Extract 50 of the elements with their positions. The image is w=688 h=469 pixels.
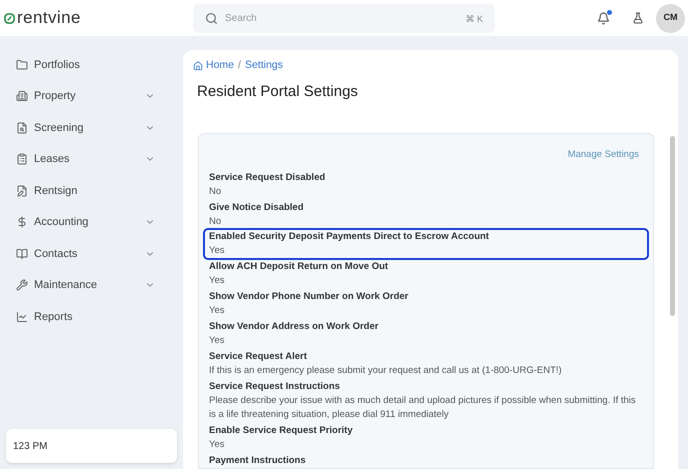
chart-icon (16, 310, 28, 323)
dollar-icon (16, 216, 28, 228)
flask-icon[interactable] (632, 12, 644, 24)
search-icon (205, 12, 218, 24)
sidebar-item[interactable]: Leases (16, 144, 155, 175)
setting-label: Show Vendor Phone Number on Work Order (209, 290, 410, 304)
wrench-icon (16, 279, 28, 292)
setting-label: Enable Service Request Priority (209, 424, 354, 438)
avatar[interactable]: CM (656, 4, 685, 32)
setting-value: Yes (209, 304, 226, 318)
sidebar-item[interactable]: Portfolios (16, 49, 155, 80)
setting-label: Allow ACH Deposit Return on Move Out (209, 260, 390, 274)
setting-value: Please describe your issue with as much detail and upload pictures if possible when submitting. If this is a life threatening situation, please dial 911 immediately (209, 394, 637, 422)
notifications-button[interactable] (597, 12, 610, 24)
setting-label: Payment Instructions (209, 454, 307, 468)
account-card[interactable]: 123 PM (6, 429, 177, 463)
sidebar-item[interactable]: Screening (16, 112, 155, 144)
sidebar-item[interactable]: Reports (16, 301, 155, 332)
setting-value: Yes (209, 334, 226, 348)
breadcrumb-link[interactable]: Settings (244, 58, 283, 74)
setting-value: Yes (209, 274, 226, 288)
logo-icon (4, 12, 15, 24)
page-title: Resident Portal Settings (196, 82, 359, 102)
sidebar-item[interactable]: Contacts (16, 238, 155, 270)
sidebar-item[interactable]: Accounting (16, 206, 155, 238)
book-icon (16, 248, 28, 260)
setting-label: Service Request Instructions (209, 380, 341, 394)
breadcrumb-separator: / (238, 58, 241, 73)
setting-value: No (209, 184, 222, 198)
breadcrumb-link[interactable]: Home (193, 58, 234, 74)
sidebar-item[interactable]: Rentsign (16, 175, 155, 206)
setting-label: Enabled Security Deposit Payments Direct to Escrow Account (209, 230, 490, 244)
setting-value: No (209, 214, 222, 228)
document-search-icon (16, 122, 28, 134)
setting-label: Show Vendor Address on Work Order (209, 320, 380, 334)
brand-name: rentvine (17, 7, 81, 30)
setting-label: Service Request Alert (209, 350, 308, 364)
building-icon (16, 90, 28, 102)
clipboard-icon (16, 153, 28, 166)
shortcut-hint: ⌘ K (465, 12, 483, 26)
setting-value: If this is an emergency please submit your request and call us at (1-800-URG-ENT!) (209, 364, 563, 378)
home-icon (193, 60, 203, 71)
sidebar-item[interactable]: Maintenance (16, 270, 155, 301)
folder-icon (16, 58, 28, 71)
pen-list-icon (16, 184, 28, 197)
sidebar-item[interactable]: Property (16, 80, 155, 112)
setting-value: Yes (209, 244, 226, 258)
setting-label: Give Notice Disabled (209, 200, 305, 214)
setting-value: Yes (209, 438, 226, 452)
setting-label: Service Request Disabled (209, 170, 326, 184)
